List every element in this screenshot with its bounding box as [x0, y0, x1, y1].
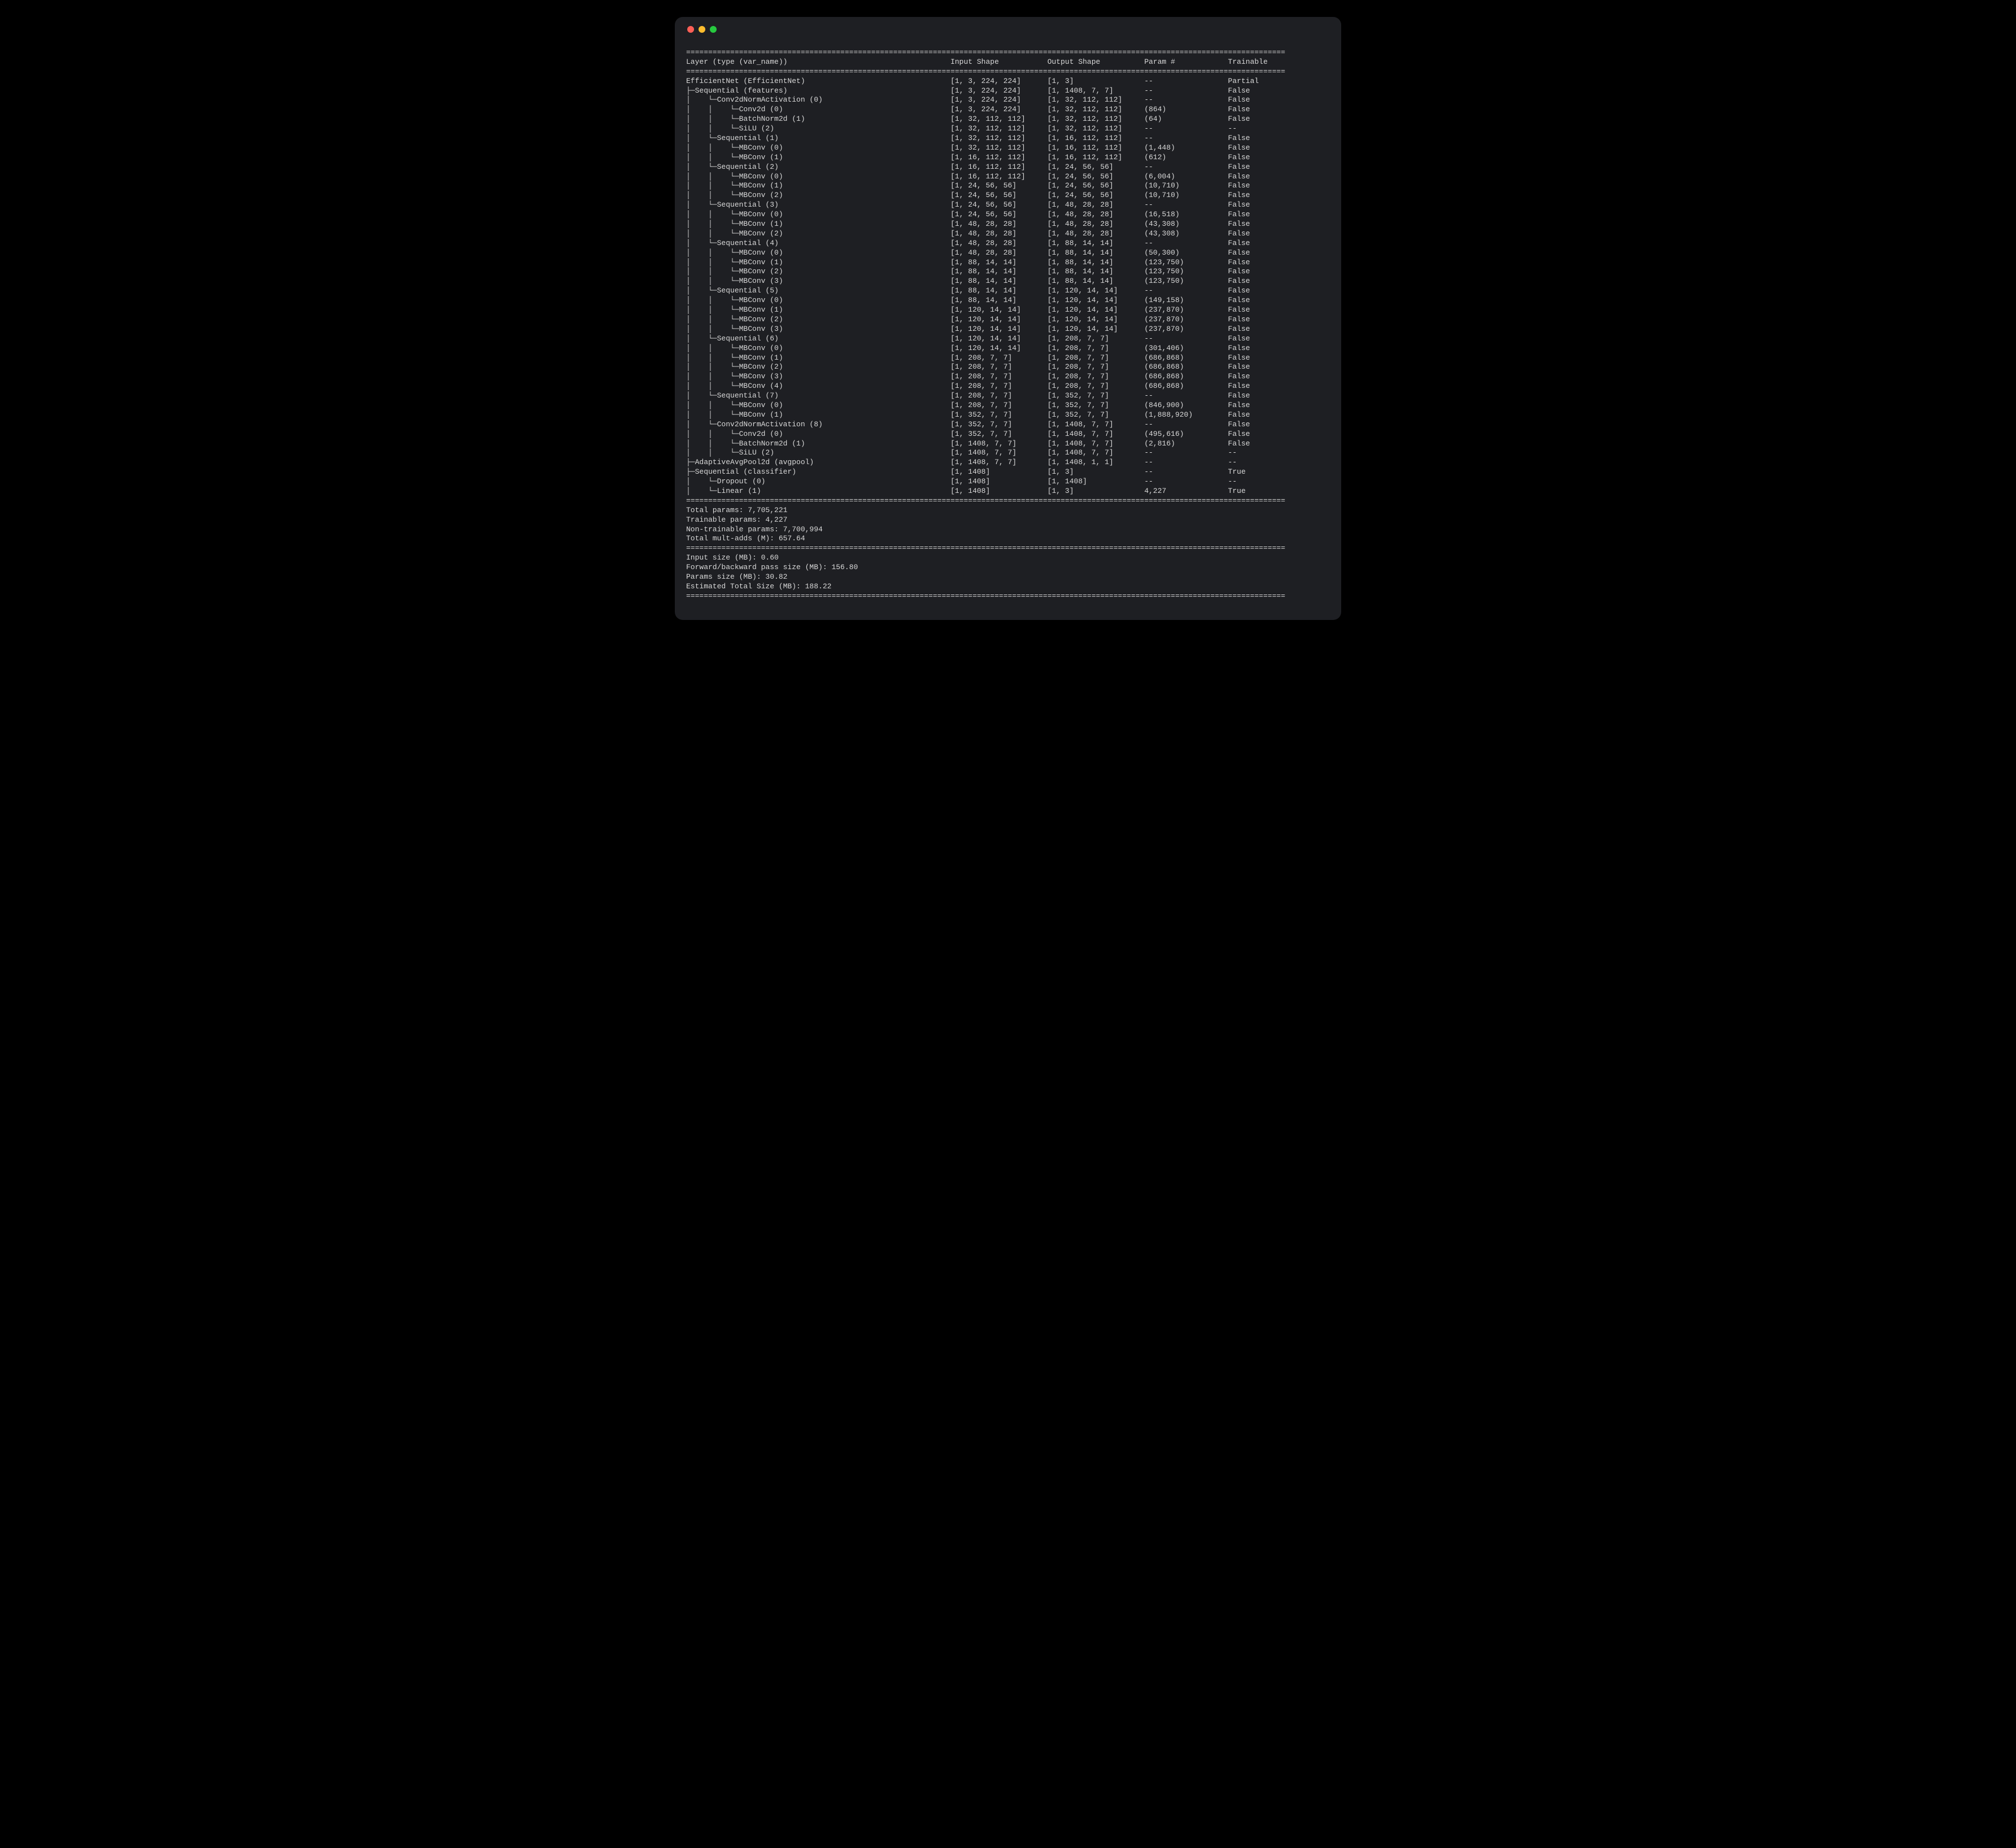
- close-icon[interactable]: [687, 26, 694, 33]
- titlebar: [686, 25, 1330, 41]
- terminal-output: ========================================…: [686, 48, 1330, 601]
- minimize-icon[interactable]: [699, 26, 705, 33]
- terminal-window: ========================================…: [675, 17, 1341, 620]
- zoom-icon[interactable]: [710, 26, 717, 33]
